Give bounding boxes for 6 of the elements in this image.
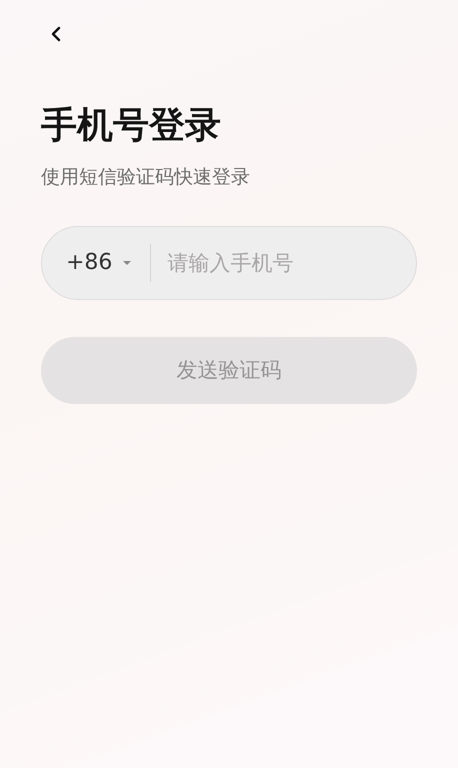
phone-input-field[interactable]: +86 请输入手机号 <box>41 226 417 300</box>
back-icon[interactable] <box>51 26 61 42</box>
page-title: 手机号登录 <box>41 104 221 148</box>
country-code-dropdown[interactable]: +86 <box>66 250 132 276</box>
subtitle: 使用短信验证码快速登录 <box>41 165 250 190</box>
caret-icon <box>122 260 132 266</box>
